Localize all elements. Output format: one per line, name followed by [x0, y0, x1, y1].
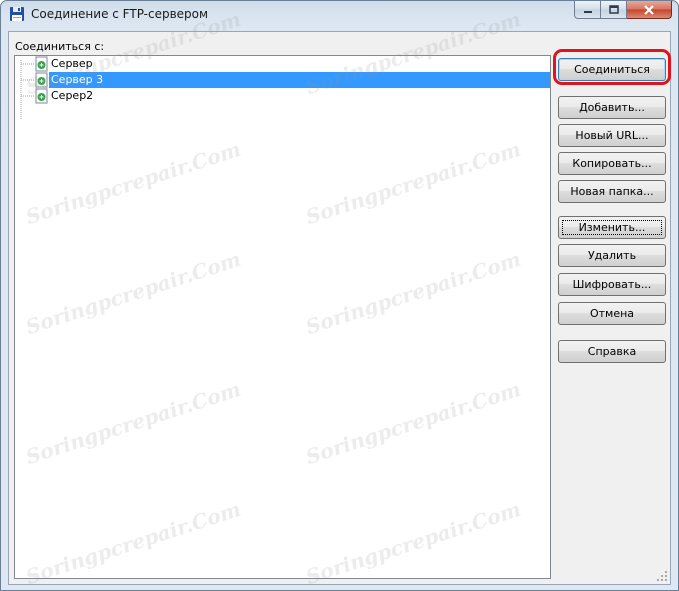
server-tree[interactable]: Сервер Сервер 3 Серер2 [14, 55, 551, 579]
ftp-site-icon [35, 88, 48, 104]
maximize-button[interactable] [601, 1, 627, 19]
cancel-button[interactable]: Отмена [558, 302, 666, 325]
window-title: Соединение с FTP-сервером [31, 7, 209, 21]
resize-grip-icon[interactable] [656, 570, 668, 582]
encrypt-button[interactable]: Шифровать... [558, 273, 666, 296]
connect-to-label: Соединиться с: [15, 40, 105, 53]
ftp-site-icon [35, 56, 48, 72]
new-url-button[interactable]: Новый URL... [558, 124, 666, 147]
copy-button[interactable]: Копировать... [558, 152, 666, 175]
tree-item-server-2[interactable]: Серер2 [15, 88, 550, 104]
title-bar[interactable]: Соединение с FTP-сервером [1, 1, 678, 31]
edit-button[interactable]: Изменить... [558, 216, 666, 239]
tree-item-label: Сервер [51, 57, 93, 70]
tree-item-server-3[interactable]: Сервер 3 [15, 72, 550, 88]
selection-highlight [49, 72, 550, 88]
ftp-site-icon [35, 72, 48, 88]
close-icon [644, 4, 654, 15]
new-folder-button[interactable]: Новая папка... [558, 180, 666, 203]
floppy-disk-icon [10, 7, 24, 21]
add-button[interactable]: Добавить... [558, 96, 666, 119]
delete-button[interactable]: Удалить [558, 244, 666, 267]
tree-item-server[interactable]: Сервер [15, 56, 550, 72]
close-button[interactable] [627, 1, 672, 19]
maximize-icon [608, 5, 619, 14]
minimize-icon [583, 10, 592, 13]
minimize-button[interactable] [574, 1, 601, 19]
tree-item-label: Сервер 3 [49, 72, 106, 88]
ftp-connect-dialog: Соединение с FTP-сервером Соединиться с: [0, 0, 679, 591]
help-button[interactable]: Справка [558, 340, 666, 363]
connect-button-highlight-ring [553, 49, 671, 85]
tree-item-label: Серер2 [51, 89, 94, 102]
dialog-client-area: Соединиться с: Сервер Сервер 3 Серер2 Со… [8, 31, 671, 585]
